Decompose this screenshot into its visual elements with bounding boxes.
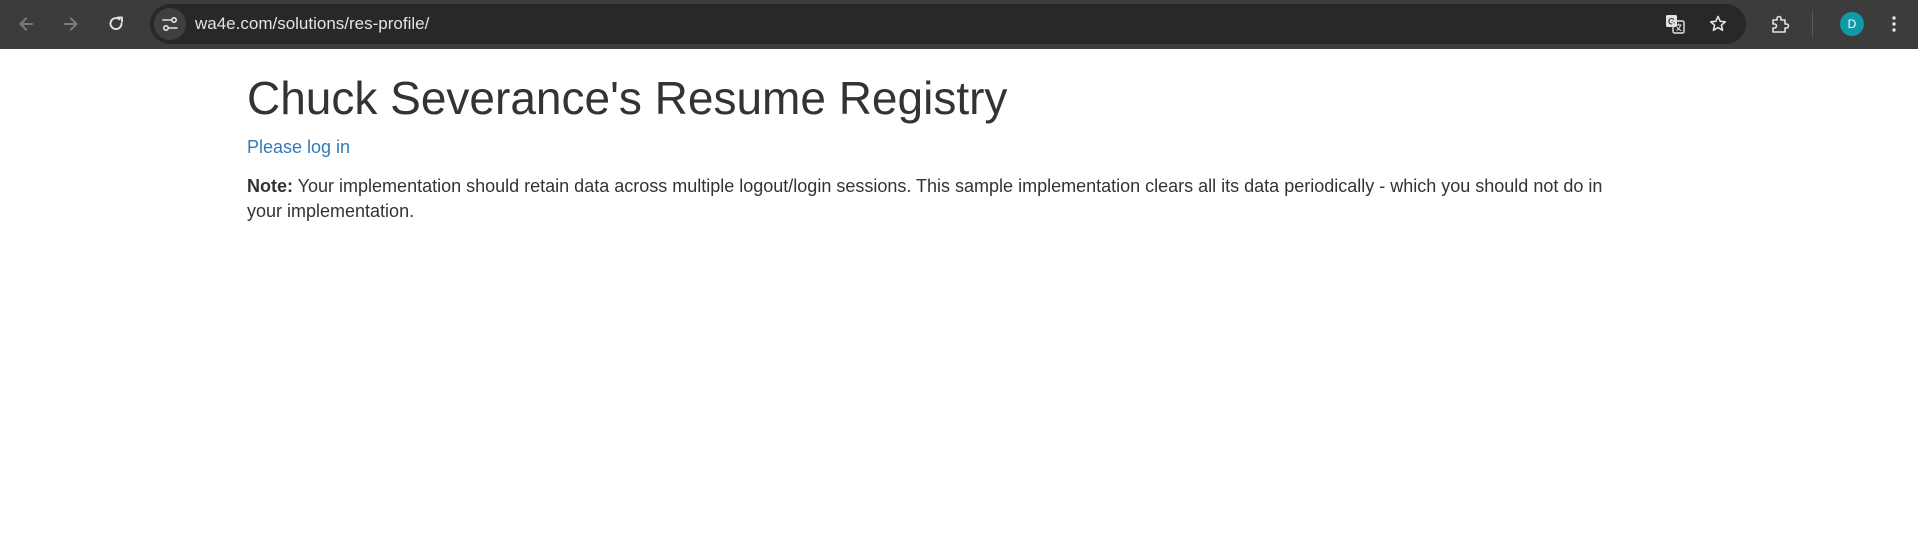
translate-icon: G [1666,15,1685,34]
profile-button[interactable]: D [1834,6,1870,42]
toolbar-divider [1812,11,1813,37]
address-bar[interactable]: wa4e.com/solutions/res-profile/ G [150,4,1746,44]
url-text[interactable]: wa4e.com/solutions/res-profile/ [195,4,429,44]
forward-button[interactable] [53,6,89,42]
bookmark-button[interactable] [1702,8,1734,40]
translate-button[interactable]: G [1659,8,1691,40]
avatar: D [1840,12,1864,36]
login-link[interactable]: Please log in [247,136,350,158]
extensions-button[interactable] [1762,6,1798,42]
back-button[interactable] [8,6,44,42]
reload-button[interactable] [98,6,134,42]
puzzle-icon [1772,15,1790,33]
tune-icon [162,16,178,32]
note-paragraph: Note: Your implementation should retain … [247,174,1627,224]
site-info-button[interactable] [154,8,186,40]
arrow-right-icon [64,17,78,31]
page-title: Chuck Severance's Resume Registry [247,72,1008,124]
arrow-left-icon [19,17,33,31]
star-icon [1709,15,1727,32]
browser-menu-button[interactable] [1876,6,1912,42]
note-label: Note: [247,176,293,196]
reload-icon [109,16,123,30]
kebab-menu-icon [1892,16,1896,32]
browser-toolbar: wa4e.com/solutions/res-profile/ G D [0,0,1918,49]
note-text: Your implementation should retain data a… [247,176,1603,221]
